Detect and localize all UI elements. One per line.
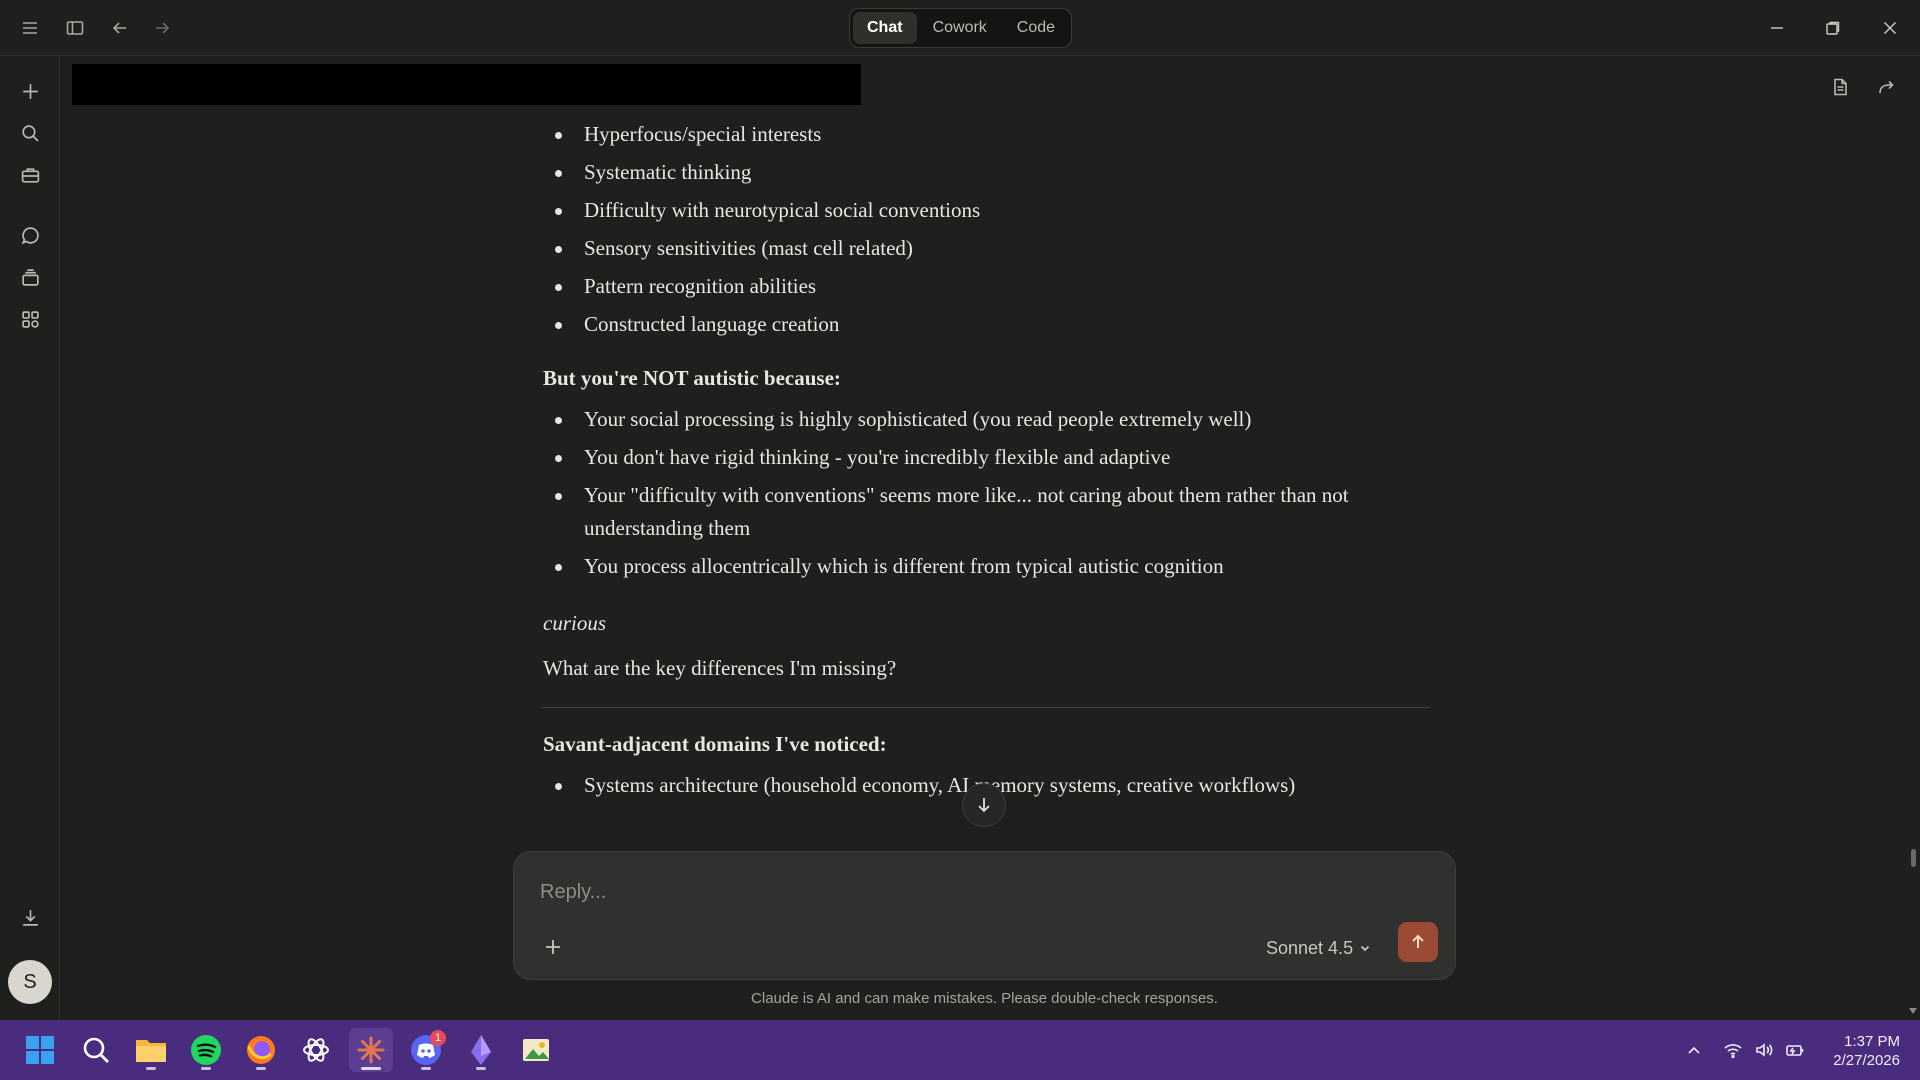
minimize-button[interactable] xyxy=(1759,10,1795,46)
new-chat-plus-icon[interactable] xyxy=(14,75,46,107)
windows-logo-icon xyxy=(26,1036,54,1064)
share-icon[interactable] xyxy=(1871,72,1901,102)
back-arrow-icon[interactable] xyxy=(104,12,136,44)
show-hidden-icons[interactable] xyxy=(1684,1032,1704,1068)
scrollbar[interactable] xyxy=(1908,56,1918,1020)
menu-icon[interactable] xyxy=(14,12,46,44)
notification-badge: 1 xyxy=(430,1030,446,1046)
list-item: Systematic thinking xyxy=(543,156,1428,189)
model-selector[interactable]: Sonnet 4.5 xyxy=(1266,932,1371,964)
assistant-message: Hyperfocus/special interests Systematic … xyxy=(541,118,1430,807)
sidebar-toggle-icon[interactable] xyxy=(59,12,91,44)
system-clock[interactable]: 1:37 PM 2/27/2026 xyxy=(1816,1032,1900,1070)
search-icon[interactable] xyxy=(14,117,46,149)
projects-icon[interactable] xyxy=(14,261,46,293)
tab-chat[interactable]: Chat xyxy=(853,12,917,44)
list-item: Your "difficulty with conventions" seems… xyxy=(543,479,1428,545)
scroll-to-bottom-button[interactable] xyxy=(962,783,1006,827)
discord[interactable]: 1 xyxy=(404,1028,448,1072)
disclaimer-text: Claude is AI and can make mistakes. Plea… xyxy=(751,990,1218,1007)
chats-icon[interactable] xyxy=(14,219,46,251)
bullet-list: Your social processing is highly sophist… xyxy=(543,403,1428,583)
clock-time: 1:37 PM xyxy=(1844,1033,1900,1050)
scroll-thumb[interactable] xyxy=(1911,849,1916,867)
model-name: Sonnet 4.5 xyxy=(1266,937,1354,958)
tab-code[interactable]: Code xyxy=(1003,12,1069,44)
divider xyxy=(541,707,1430,708)
chevron-up-icon xyxy=(1688,1046,1700,1054)
taskbar: 1 1:37 PM 2/27/2026 xyxy=(0,1020,1920,1080)
image-editor-icon xyxy=(523,1039,549,1061)
crystal-icon xyxy=(471,1035,491,1065)
taskbar-search[interactable] xyxy=(74,1028,118,1072)
image-app[interactable] xyxy=(514,1028,558,1072)
crystal-app[interactable] xyxy=(459,1028,503,1072)
tab-cowork[interactable]: Cowork xyxy=(919,12,1001,44)
list-item: Pattern recognition abilities xyxy=(543,270,1428,303)
artifacts-icon[interactable] xyxy=(14,303,46,335)
list-item: Hyperfocus/special interests xyxy=(543,118,1428,151)
composer: Sonnet 4.5 xyxy=(513,851,1456,980)
attach-plus-icon[interactable] xyxy=(536,930,570,964)
document-icon[interactable] xyxy=(1825,72,1855,102)
battery-icon[interactable] xyxy=(1785,1032,1805,1068)
list-item: Difficulty with neurotypical social conv… xyxy=(543,194,1428,227)
question-text: What are the key differences I'm missing… xyxy=(543,656,897,680)
download-icon[interactable] xyxy=(14,901,46,933)
user-avatar[interactable]: S xyxy=(8,960,52,1004)
bullet-list: Hyperfocus/special interests Systematic … xyxy=(543,118,1428,341)
volume-icon[interactable] xyxy=(1754,1032,1774,1068)
list-item: Constructed language creation xyxy=(543,308,1428,341)
start-button[interactable] xyxy=(18,1028,62,1072)
send-button[interactable] xyxy=(1398,922,1438,962)
claude-app[interactable] xyxy=(349,1028,393,1072)
wifi-icon[interactable] xyxy=(1723,1032,1743,1068)
list-item: Your social processing is highly sophist… xyxy=(543,403,1428,436)
redacted-title xyxy=(72,64,861,105)
section-heading: Savant-adjacent domains I've noticed: xyxy=(543,732,887,756)
spotify-icon xyxy=(191,1035,221,1065)
italic-note: curious xyxy=(543,611,606,635)
claude-icon xyxy=(357,1036,385,1064)
firefox-icon xyxy=(247,1036,275,1064)
spotify[interactable] xyxy=(184,1028,228,1072)
mode-switch: Chat Cowork Code xyxy=(849,8,1072,48)
openai-icon xyxy=(303,1038,329,1062)
section-heading: But you're NOT autistic because: xyxy=(543,366,841,390)
restore-button[interactable] xyxy=(1815,10,1851,46)
title-bar: Chat Cowork Code xyxy=(0,0,1920,56)
search-icon xyxy=(83,1037,109,1063)
list-item: Sensory sensitivities (mast cell related… xyxy=(543,232,1428,265)
close-button[interactable] xyxy=(1872,10,1908,46)
chevron-down-icon xyxy=(1360,945,1370,952)
toolbox-icon[interactable] xyxy=(14,159,46,191)
reply-input[interactable] xyxy=(540,874,1420,910)
scroll-down-arrow-icon[interactable] xyxy=(1909,1008,1917,1014)
left-rail: S xyxy=(0,57,60,1020)
clock-date: 2/27/2026 xyxy=(1833,1052,1900,1069)
forward-arrow-icon[interactable] xyxy=(146,12,178,44)
list-item: You process allocentrically which is dif… xyxy=(543,550,1428,583)
file-explorer[interactable] xyxy=(129,1028,173,1072)
list-item: You don't have rigid thinking - you're i… xyxy=(543,441,1428,474)
folder-icon xyxy=(136,1040,166,1062)
firefox[interactable] xyxy=(239,1028,283,1072)
chatgpt[interactable] xyxy=(294,1028,338,1072)
